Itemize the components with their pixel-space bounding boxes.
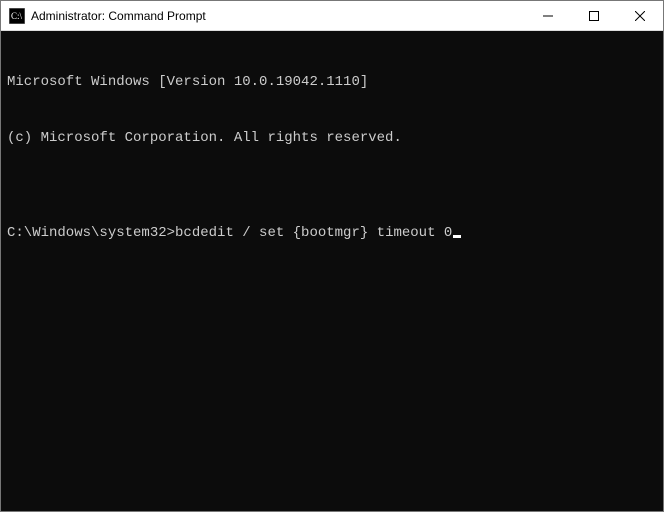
window-title: Administrator: Command Prompt <box>31 9 525 23</box>
window-controls <box>525 1 663 30</box>
maximize-button[interactable] <box>571 1 617 30</box>
terminal-command: bcdedit / set {bootmgr} timeout 0 <box>175 225 452 241</box>
titlebar[interactable]: C:\ Administrator: Command Prompt <box>1 1 663 31</box>
svg-text:C:\: C:\ <box>11 11 23 21</box>
terminal-prompt-line: C:\Windows\system32>bcdedit / set {bootm… <box>7 224 657 243</box>
terminal-output-line: (c) Microsoft Corporation. All rights re… <box>7 129 657 148</box>
terminal-cursor <box>453 235 461 238</box>
minimize-button[interactable] <box>525 1 571 30</box>
terminal-output-line: Microsoft Windows [Version 10.0.19042.11… <box>7 73 657 92</box>
terminal-area[interactable]: Microsoft Windows [Version 10.0.19042.11… <box>1 31 663 511</box>
terminal-prompt: C:\Windows\system32> <box>7 225 175 241</box>
close-button[interactable] <box>617 1 663 30</box>
command-prompt-window: C:\ Administrator: Command Prompt Micros… <box>0 0 664 512</box>
cmd-icon: C:\ <box>9 8 25 24</box>
